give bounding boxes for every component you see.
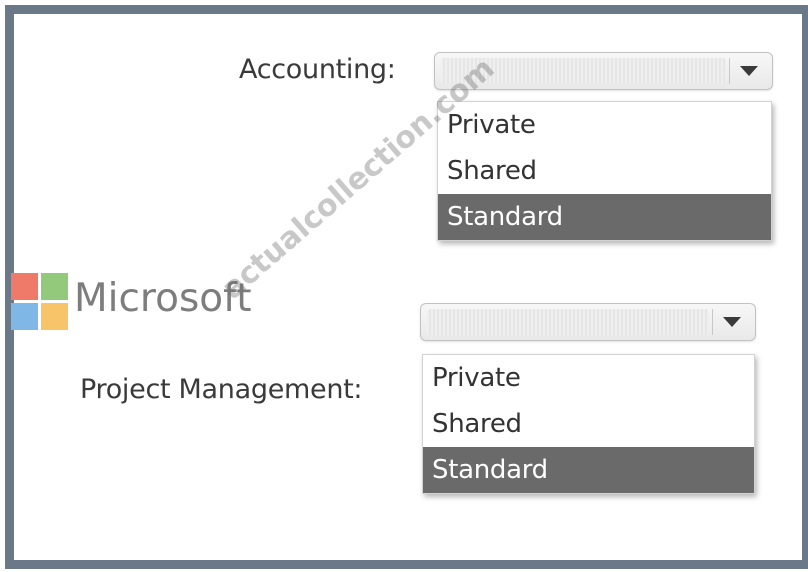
- accounting-option-private[interactable]: Private: [438, 102, 771, 148]
- logo-square-blue: [11, 303, 38, 330]
- accounting-label: Accounting:: [239, 54, 396, 85]
- accounting-options-list: Private Shared Standard: [437, 101, 772, 241]
- logo-square-yellow: [41, 303, 68, 330]
- project-management-option-standard[interactable]: Standard: [423, 447, 754, 493]
- screenshot-canvas: Accounting: Private Shared Standard Micr…: [0, 0, 808, 572]
- project-management-dropdown-value: [427, 309, 709, 335]
- project-management-option-shared[interactable]: Shared: [423, 401, 754, 447]
- accounting-option-standard[interactable]: Standard: [438, 194, 771, 240]
- project-management-option-private[interactable]: Private: [423, 355, 754, 401]
- project-management-dropdown[interactable]: [420, 303, 756, 341]
- logo-square-green: [41, 273, 68, 300]
- accounting-option-shared[interactable]: Shared: [438, 148, 771, 194]
- logo-square-red: [11, 273, 38, 300]
- microsoft-wordmark: Microsoft: [74, 276, 252, 321]
- dropdown-separator: [712, 309, 713, 335]
- accounting-dropdown[interactable]: [434, 52, 773, 90]
- project-management-label: Project Management:: [80, 374, 363, 405]
- accounting-dropdown-value: [441, 58, 726, 84]
- dropdown-separator: [729, 58, 730, 84]
- chevron-down-icon[interactable]: [723, 317, 741, 327]
- microsoft-logo-icon: [11, 273, 69, 331]
- project-management-options-list: Private Shared Standard: [422, 354, 755, 494]
- chevron-down-icon[interactable]: [740, 66, 758, 76]
